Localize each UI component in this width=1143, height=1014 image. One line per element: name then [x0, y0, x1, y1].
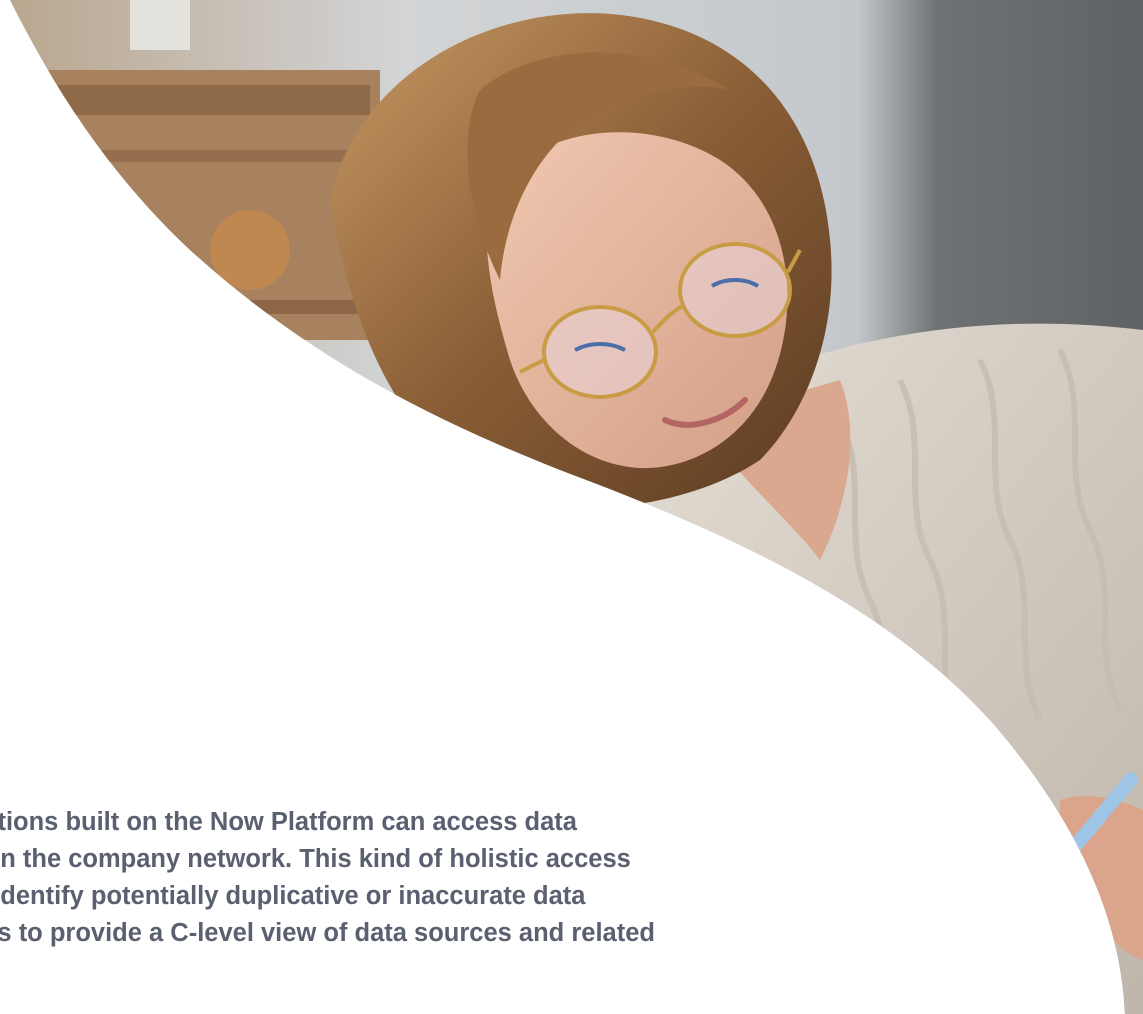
body-line: ications built on the Now Platform can a… — [0, 808, 577, 836]
document-page: ications built on the Now Platform can a… — [0, 0, 1143, 1014]
body-line: EAs to provide a C-level view of data so… — [0, 919, 655, 947]
body-line: to identify potentially duplicative or i… — [0, 882, 586, 910]
body-line: d on the company network. This kind of h… — [0, 845, 631, 873]
body-paragraph: ications built on the Now Platform can a… — [0, 804, 942, 952]
